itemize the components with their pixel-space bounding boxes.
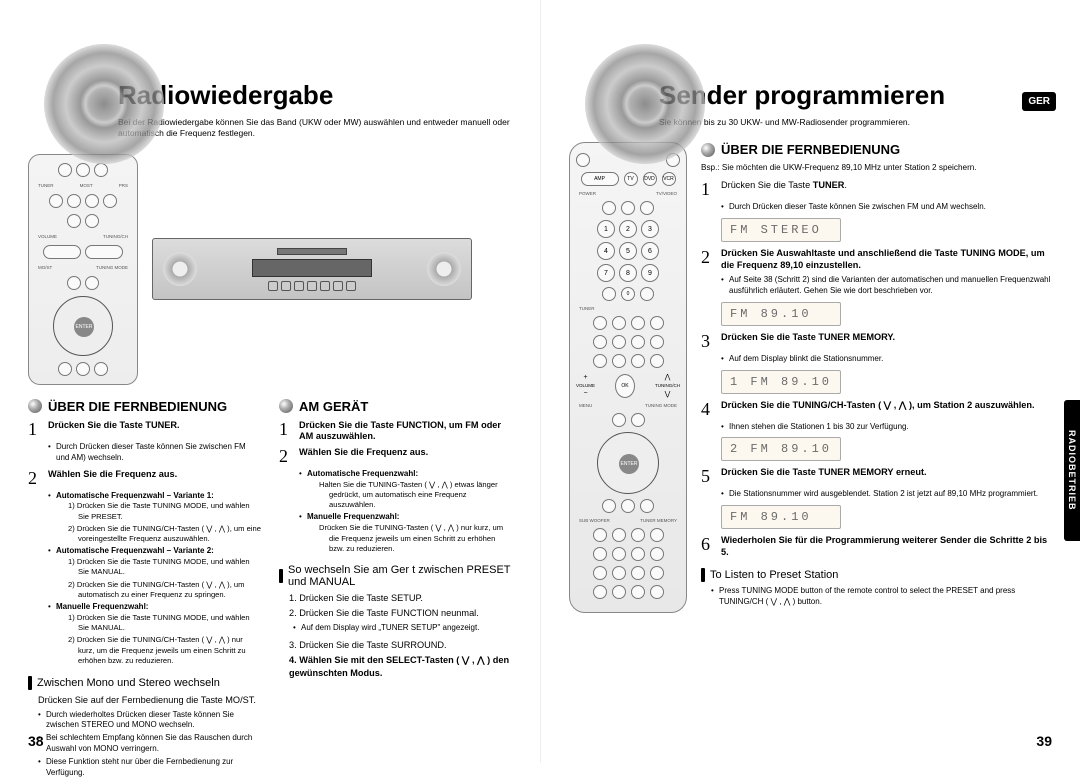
bar-icon: [279, 569, 283, 583]
b-step-2: Wählen Sie die Frequenz aus.: [299, 447, 428, 465]
section-heading-device: AM GERÄT: [279, 399, 512, 414]
sphere-icon: [701, 143, 715, 157]
speaker-decoration: [585, 44, 705, 164]
device-instructions: AM GERÄT 1Drücken Sie die Taste FUNCTION…: [279, 399, 512, 783]
remote-control-large-illustration: AMPTVDVDVCR POWERTV/VIDEO 123 456 789 0 …: [569, 142, 687, 612]
bar-icon: [28, 676, 32, 690]
lcd-display: 1 FM 89.10: [721, 370, 841, 394]
mono-stereo-heading: Zwischen Mono und Stereo wechseln: [28, 676, 261, 690]
section-heading-remote: ÜBER DIE FERNBEDIENUNG: [28, 399, 261, 414]
r-step-1: Drücken Sie die Taste TUNER.: [721, 180, 847, 198]
page-39: GER RADIOBETRIEB Sender programmieren Si…: [540, 0, 1080, 763]
r-step-4: Drücken Sie die TUNING/CH-Tasten ( ⋁ , ⋀…: [721, 400, 1035, 418]
lcd-display: FM STEREO: [721, 218, 841, 242]
receiver-unit-illustration: [152, 154, 512, 385]
step-2: Wählen Sie die Frequenz aus.: [48, 469, 177, 487]
step-1: Drücken Sie die Taste TUNER.: [48, 420, 180, 438]
r-step-3: Drücken Sie die Taste TUNER MEMORY.: [721, 332, 895, 350]
r-step-2: Drücken Sie Auswahltaste und anschließen…: [721, 248, 1052, 271]
sphere-icon: [279, 399, 293, 413]
listen-preset-heading: To Listen to Preset Station: [701, 568, 1052, 582]
speaker-decoration: [44, 44, 164, 164]
page-number: 39: [1036, 733, 1052, 749]
page-number: 38: [28, 733, 44, 749]
page-intro: Bei der Radiowiedergabe können Sie das B…: [118, 117, 512, 140]
right-body: AMPTVDVDVCR POWERTV/VIDEO 123 456 789 0 …: [569, 142, 1052, 612]
lcd-display: FM 89.10: [721, 302, 841, 326]
remote-instructions: ÜBER DIE FERNBEDIENUNG 1Drücken Sie die …: [28, 399, 261, 783]
page-38: Radiowiedergabe Bei der Radiowiedergabe …: [0, 0, 540, 763]
hardware-illustrations: TUNERMOSTPRS VOLUMETUNING/CH MO/STTUNING…: [28, 154, 512, 385]
b-step-1: Drücken Sie die Taste FUNCTION, um FM od…: [299, 420, 512, 443]
r-step-5: Drücken Sie die Taste TUNER MEMORY erneu…: [721, 467, 927, 485]
lcd-display: 2 FM 89.10: [721, 437, 841, 461]
page-title: Sender programmieren: [659, 80, 1052, 111]
example-line: Bsp.: Sie möchten die UKW-Frequenz 89,10…: [701, 163, 1052, 172]
preset-manual-heading: So wechseln Sie am Ger t zwischen PRESET…: [279, 564, 512, 588]
instruction-columns: ÜBER DIE FERNBEDIENUNG 1Drücken Sie die …: [28, 399, 512, 783]
lcd-display: FM 89.10: [721, 505, 841, 529]
language-badge: GER: [1022, 92, 1056, 111]
programming-steps: ÜBER DIE FERNBEDIENUNG Bsp.: Sie möchten…: [701, 142, 1052, 612]
page-intro: Sie können bis zu 30 UKW- und MW-Radiose…: [659, 117, 1052, 128]
remote-control-illustration: TUNERMOSTPRS VOLUMETUNING/CH MO/STTUNING…: [28, 154, 138, 385]
page-title: Radiowiedergabe: [118, 80, 512, 111]
side-tab: RADIOBETRIEB: [1064, 400, 1080, 541]
manual-spread: Radiowiedergabe Bei der Radiowiedergabe …: [0, 0, 1080, 763]
section-heading-remote: ÜBER DIE FERNBEDIENUNG: [701, 142, 1052, 157]
bar-icon: [701, 568, 705, 582]
r-step-6: Wiederholen Sie für die Programmierung w…: [721, 535, 1052, 558]
sphere-icon: [28, 399, 42, 413]
